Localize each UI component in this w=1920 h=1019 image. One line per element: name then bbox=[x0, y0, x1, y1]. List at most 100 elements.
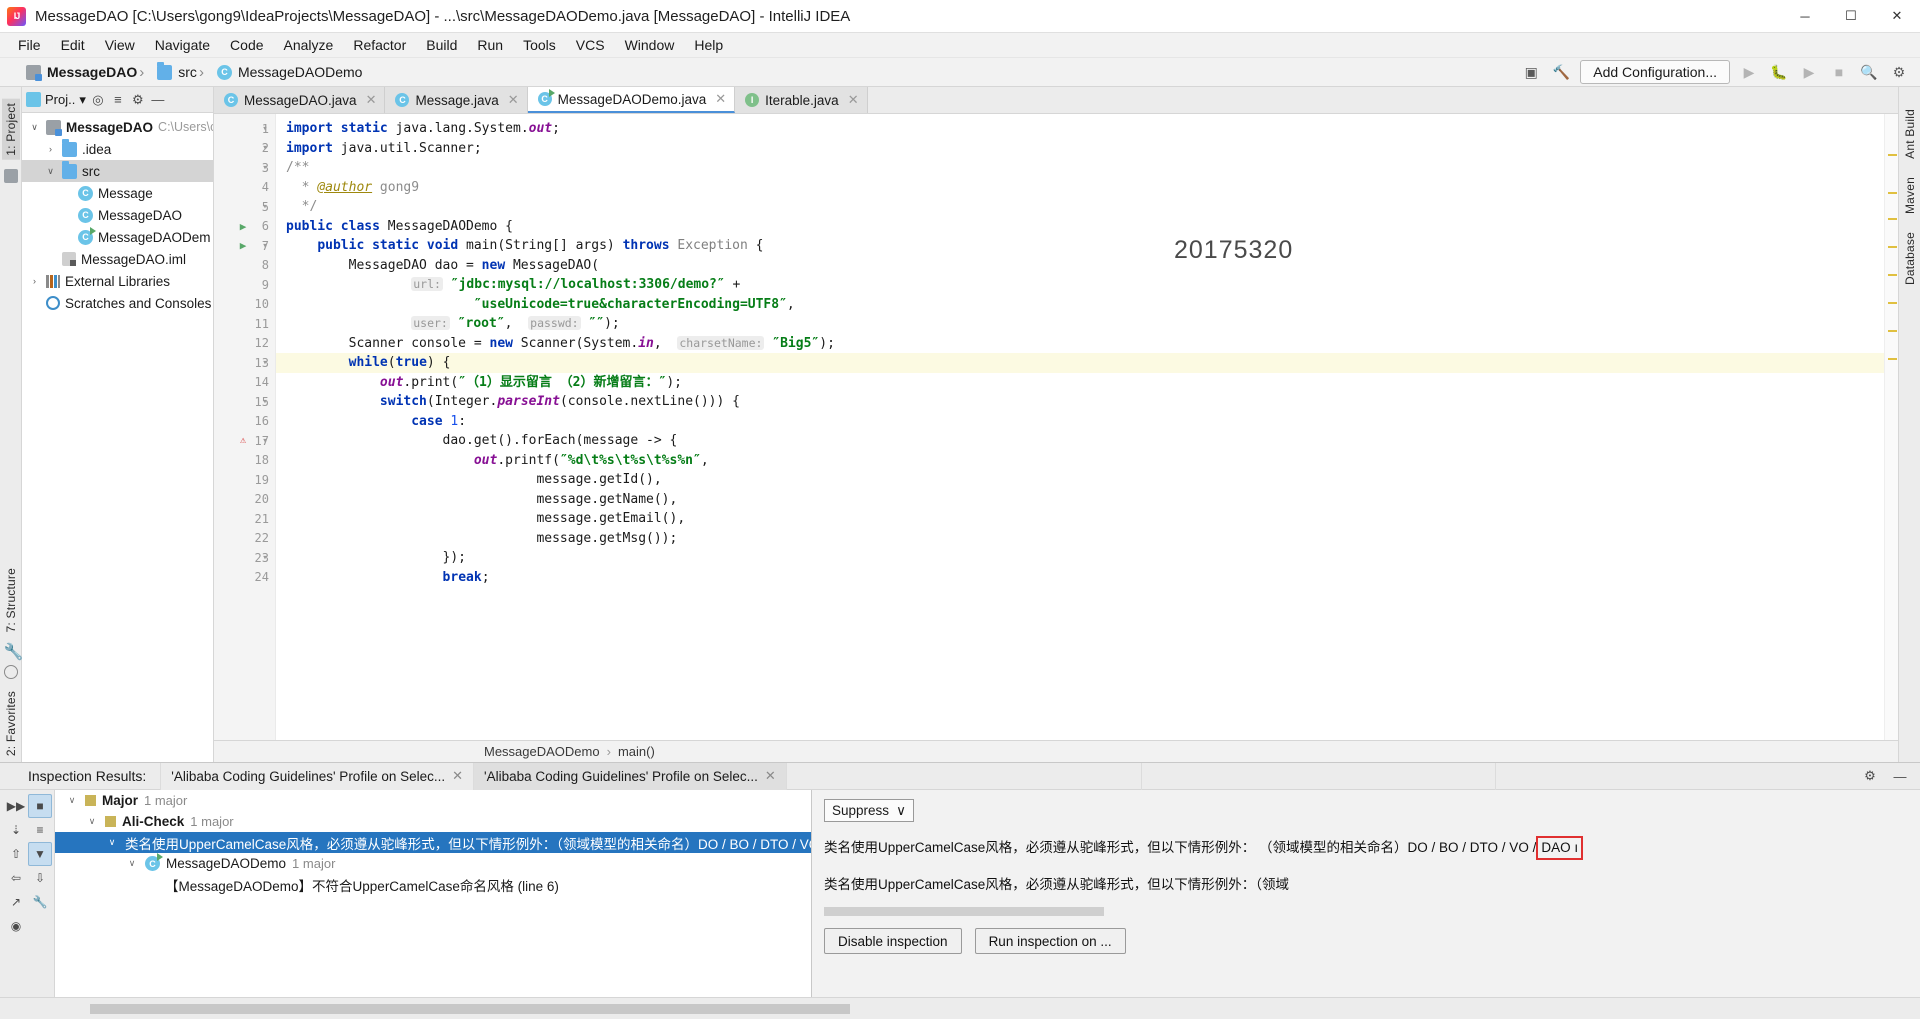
disable-inspection-button[interactable]: Disable inspection bbox=[824, 928, 962, 954]
highlight-icon[interactable]: ■ bbox=[28, 794, 52, 818]
tool-window-project[interactable]: 1: Project bbox=[1, 99, 20, 160]
run-gutter-icon[interactable]: ▶ bbox=[236, 220, 250, 233]
chevron-toggle-icon[interactable]: › bbox=[28, 276, 41, 286]
next-occurrence-icon[interactable]: ⇩ bbox=[28, 866, 52, 890]
build-icon[interactable]: 🔨 bbox=[1550, 61, 1572, 83]
menu-item-help[interactable]: Help bbox=[684, 35, 733, 55]
gutter-line[interactable]: 18 bbox=[214, 451, 275, 471]
hide-icon[interactable]: — bbox=[1892, 768, 1908, 784]
settings-icon[interactable]: ⚙ bbox=[1888, 61, 1910, 83]
prev-occurrence-icon[interactable]: ↗ bbox=[4, 890, 28, 914]
close-icon[interactable]: ✕ bbox=[715, 91, 726, 107]
gutter-line[interactable]: 24 bbox=[214, 568, 275, 588]
project-tree-item--idea[interactable]: › .idea bbox=[22, 138, 213, 160]
inspection-tree-row[interactable]: ∨ 类名使用UpperCamelCase风格，必须遵从驼峰形式，但以下情形例外：（… bbox=[55, 832, 811, 853]
gutter-line[interactable]: ▾ 23 bbox=[214, 548, 275, 568]
menu-item-run[interactable]: Run bbox=[467, 35, 513, 55]
tool-window-maven[interactable]: Maven bbox=[1903, 177, 1917, 214]
chevron-toggle-icon[interactable]: ∨ bbox=[28, 122, 41, 133]
locate-icon[interactable]: ◎ bbox=[90, 92, 106, 108]
gutter-line[interactable]: 14 bbox=[214, 373, 275, 393]
run-gutter-icon[interactable]: ▶ bbox=[236, 239, 250, 252]
project-tree-item-messagedao-iml[interactable]: MessageDAO.iml bbox=[22, 248, 213, 270]
gutter-line[interactable]: ▾ 5 bbox=[214, 197, 275, 217]
gutter-line[interactable]: ▾ 2 bbox=[214, 139, 275, 159]
chevron-toggle-icon[interactable]: ∨ bbox=[105, 837, 119, 848]
code-line[interactable]: import static java.lang.System.out; bbox=[276, 119, 1884, 139]
fold-gutter-icon[interactable]: ▾ bbox=[258, 163, 272, 173]
tool-window-structure[interactable]: 7: Structure bbox=[4, 568, 18, 632]
code-line[interactable]: ″useUnicode=true&characterEncoding=UTF8″… bbox=[276, 295, 1884, 315]
code-line[interactable]: /** bbox=[276, 158, 1884, 178]
minimize-button[interactable]: ─ bbox=[1782, 0, 1828, 33]
gutter-line[interactable]: 10 bbox=[214, 295, 275, 315]
gutter-line[interactable]: 11 bbox=[214, 314, 275, 334]
coverage-icon[interactable]: ▶ bbox=[1798, 61, 1820, 83]
close-icon[interactable]: ✕ bbox=[765, 768, 776, 784]
code-line[interactable]: case 1: bbox=[276, 412, 1884, 432]
description-scrollbar[interactable] bbox=[824, 907, 1104, 916]
code-line[interactable]: public class MessageDAODemo { bbox=[276, 217, 1884, 237]
chevron-toggle-icon[interactable]: › bbox=[44, 144, 57, 154]
gutter-line[interactable]: 16 bbox=[214, 412, 275, 432]
breadcrumb-class[interactable]: MessageDAODemo bbox=[484, 744, 600, 759]
chevron-down-icon[interactable]: ▾ bbox=[79, 92, 86, 108]
error-stripe-rail[interactable] bbox=[1884, 114, 1898, 740]
group-icon[interactable]: ≡ bbox=[28, 818, 52, 842]
chevron-toggle-icon[interactable]: ∨ bbox=[85, 816, 99, 827]
inspection-tree-row[interactable]: ∨ Ali-Check 1 major bbox=[55, 811, 811, 832]
code-line[interactable]: import java.util.Scanner; bbox=[276, 139, 1884, 159]
menu-item-refactor[interactable]: Refactor bbox=[343, 35, 416, 55]
gutter-line[interactable]: ▶ ▾ 7 bbox=[214, 236, 275, 256]
fold-gutter-icon[interactable]: ▾ bbox=[258, 436, 272, 446]
tool-window-favorites[interactable]: 2: Favorites bbox=[4, 691, 18, 756]
code-line[interactable]: out.print(″（1）显示留言 （2）新增留言：″); bbox=[276, 373, 1884, 393]
close-icon[interactable]: ✕ bbox=[508, 92, 519, 108]
chevron-toggle-icon[interactable]: ∨ bbox=[65, 795, 79, 806]
expand-icon[interactable]: ⇦ bbox=[4, 866, 28, 890]
code-line[interactable]: out.printf(″%d\t%s\t%s\t%s%n″, bbox=[276, 451, 1884, 471]
editor-tab-message-java[interactable]: C Message.java ✕ bbox=[385, 87, 528, 113]
code-line[interactable]: Scanner console = new Scanner(System.in,… bbox=[276, 334, 1884, 354]
editor-tab-messagedao-java[interactable]: C MessageDAO.java ✕ bbox=[214, 87, 386, 113]
gutter-line[interactable]: 12 bbox=[214, 334, 275, 354]
project-tree-item-scratches-and-consoles[interactable]: Scratches and Consoles bbox=[22, 292, 213, 314]
fold-gutter-icon[interactable]: ▾ bbox=[258, 358, 272, 368]
inspection-tree-row[interactable]: ∨ C MessageDAODemo 1 major bbox=[55, 853, 811, 874]
gutter-line[interactable]: 8 bbox=[214, 256, 275, 276]
settings-icon[interactable]: ⚙ bbox=[130, 92, 146, 108]
code-line[interactable]: message.getEmail(), bbox=[276, 509, 1884, 529]
project-tree-item-messagedaodem[interactable]: C MessageDAODem bbox=[22, 226, 213, 248]
settings-icon[interactable]: ⚙ bbox=[1862, 768, 1878, 784]
stop-icon[interactable]: ■ bbox=[1828, 61, 1850, 83]
breadcrumb-item-messagedao[interactable]: MessageDAO bbox=[26, 64, 137, 81]
menu-item-file[interactable]: File bbox=[8, 35, 51, 55]
maximize-button[interactable]: ☐ bbox=[1828, 0, 1874, 33]
tool-window-ant-build[interactable]: Ant Build bbox=[1903, 109, 1917, 159]
code-line[interactable]: message.getMsg()); bbox=[276, 529, 1884, 549]
project-tree-item-external-libraries[interactable]: › External Libraries bbox=[22, 270, 213, 292]
inspection-tab-1[interactable]: 'Alibaba Coding Guidelines' Profile on S… bbox=[160, 762, 474, 790]
suppress-dropdown[interactable]: Suppress ∨ bbox=[824, 799, 914, 822]
gutter-line[interactable]: 4 bbox=[214, 178, 275, 198]
fold-gutter-icon[interactable]: ▾ bbox=[258, 241, 272, 251]
breadcrumb-item-messagedaodemo[interactable]: C MessageDAODemo bbox=[197, 64, 362, 81]
debug-icon[interactable]: 🐛 bbox=[1768, 61, 1790, 83]
tool-window-database[interactable]: Database bbox=[1903, 232, 1917, 285]
close-icon[interactable]: ✕ bbox=[848, 92, 859, 108]
code-text[interactable]: import static java.lang.System.out; impor… bbox=[276, 114, 1884, 740]
code-line[interactable]: while(true) { bbox=[276, 353, 1884, 373]
gutter-line[interactable]: ▾ 13 bbox=[214, 353, 275, 373]
project-tree-item-messagedao[interactable]: C MessageDAO bbox=[22, 204, 213, 226]
close-icon[interactable]: ✕ bbox=[366, 92, 377, 108]
horizontal-scrollbar[interactable] bbox=[90, 1003, 850, 1014]
editor-tab-messagedaodemo-java[interactable]: C MessageDAODemo.java ✕ bbox=[527, 87, 736, 113]
code-line[interactable]: }); bbox=[276, 548, 1884, 568]
breadcrumb-method[interactable]: main() bbox=[618, 744, 655, 759]
gutter-line[interactable]: ▾ 1 bbox=[214, 119, 275, 139]
run-inspection-on-button[interactable]: Run inspection on ... bbox=[974, 928, 1126, 954]
filter-icon[interactable]: ▼ bbox=[28, 842, 52, 866]
collapse-all-icon[interactable]: ≡ bbox=[110, 92, 126, 108]
chevron-toggle-icon[interactable]: ∨ bbox=[125, 858, 139, 869]
project-pane-title[interactable]: Proj.. ▾ bbox=[45, 92, 86, 108]
